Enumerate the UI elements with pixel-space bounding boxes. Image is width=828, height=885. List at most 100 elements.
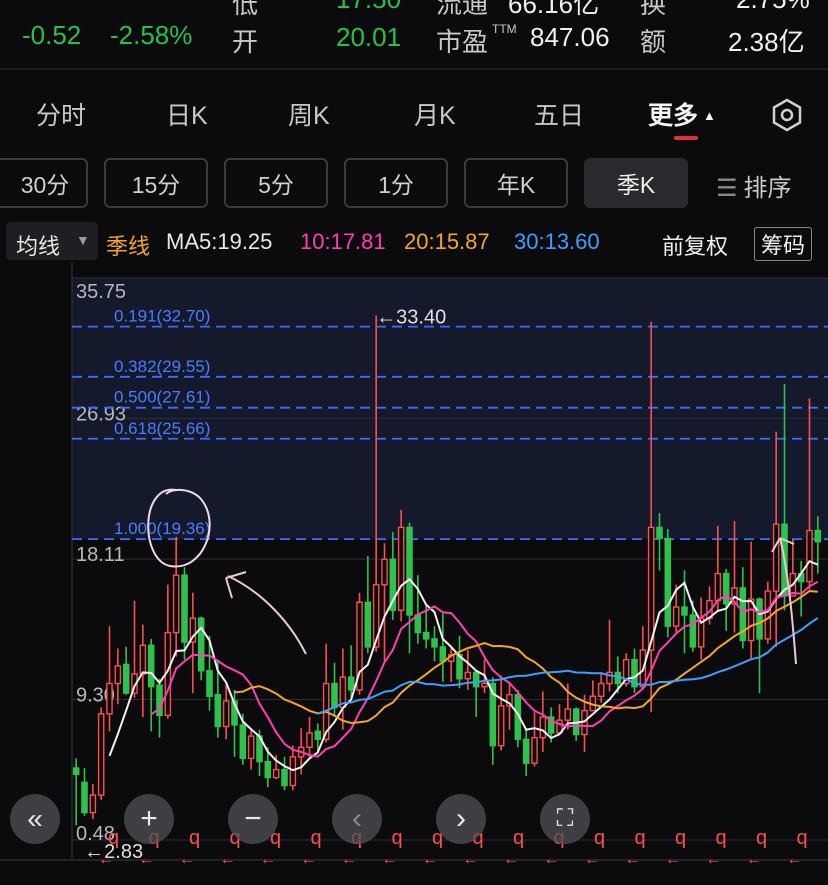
candle-up <box>247 735 255 760</box>
signal-marker: ← <box>179 851 195 868</box>
candle-down <box>364 601 372 648</box>
tab-weekly-k[interactable]: 周K <box>288 96 330 132</box>
candle-down <box>206 670 213 697</box>
scroll-right-button[interactable]: › <box>436 794 486 844</box>
scroll-left-button[interactable]: ‹ <box>332 794 382 844</box>
period-quarterly-k-label: 季K <box>616 172 656 198</box>
candle-down <box>439 646 447 662</box>
candle-down <box>689 614 697 648</box>
candle-down <box>264 760 272 779</box>
amount-label: 额 <box>640 27 667 57</box>
chart-tabs: 分时 日K 周K 月K 五日 更多 ▲ <box>0 84 828 144</box>
candle-up <box>139 644 147 675</box>
period-1min-button[interactable]: 1分 <box>344 158 448 208</box>
signal-marker: ← <box>220 851 236 868</box>
signal-marker: ← <box>544 851 560 868</box>
zoom-in-button[interactable]: + <box>124 794 174 844</box>
signal-marker: q <box>716 827 727 849</box>
plus-icon: + <box>140 802 158 835</box>
ma20-value: 20:15.87 <box>404 229 490 254</box>
quote-header: -0.52 -2.58% 低 17.50 开 20.01 流通 66.16亿 市… <box>0 0 828 68</box>
signal-marker: ← <box>787 851 803 868</box>
candle-down <box>814 529 822 543</box>
low-label: 低 <box>232 0 259 19</box>
candle-down <box>214 693 222 728</box>
period-30min-button[interactable]: 30分 <box>0 158 88 208</box>
turnover-label: 换 <box>640 0 667 19</box>
candle-down <box>331 682 338 709</box>
candle-down <box>722 572 730 605</box>
candle-down <box>147 644 155 688</box>
tab-daily-k[interactable]: 日K <box>166 96 208 132</box>
candle-down <box>239 724 247 760</box>
candle-down <box>281 768 288 787</box>
double-chevron-left-icon: « <box>27 803 43 834</box>
tab-more-label: 更多 <box>648 102 699 130</box>
candle-down <box>431 638 438 648</box>
period-quarterly-k-button[interactable]: 季K <box>584 158 688 208</box>
ma5-line <box>108 559 819 772</box>
period-15min-label: 15分 <box>131 172 181 198</box>
minus-icon: − <box>244 802 262 835</box>
candle-up <box>172 574 180 634</box>
sort-button[interactable]: ☰ 排序 <box>716 168 792 203</box>
adjust-toggle[interactable]: 前复权 <box>662 229 728 261</box>
open-value: 20.01 <box>336 22 402 52</box>
menu-lines-icon: ☰ <box>716 175 738 202</box>
fib-level-label: 0.382(29.55) <box>114 357 210 376</box>
candle-up <box>672 606 680 627</box>
tab-five-day[interactable]: 五日 <box>534 96 584 132</box>
candle-up <box>539 716 547 739</box>
open-label: 开 <box>232 27 259 57</box>
candle-up <box>89 794 97 814</box>
ma30-value: 30:13.60 <box>514 229 600 254</box>
candle-down <box>472 671 480 688</box>
signal-marker: ← <box>503 851 519 868</box>
change-value: -0.52 <box>22 20 82 50</box>
period-15min-button[interactable]: 15分 <box>104 158 208 208</box>
fullscreen-button[interactable]: ⛶ <box>540 794 590 844</box>
signal-marker: ← <box>301 851 317 868</box>
candle-down <box>347 676 355 691</box>
period-5min-button[interactable]: 5分 <box>224 158 328 208</box>
active-tab-indicator <box>674 136 698 140</box>
tab-monthly-k[interactable]: 月K <box>414 96 456 132</box>
candle-up <box>806 529 813 583</box>
candle-down <box>756 598 763 640</box>
signal-marker: ← <box>341 851 357 868</box>
candle-up <box>381 558 388 586</box>
fib-level-label: 0.191(32.70) <box>114 307 210 326</box>
settings-hexagon-icon[interactable] <box>770 98 804 132</box>
chips-button[interactable]: 筹码 <box>754 227 813 261</box>
period-yearly-k-button[interactable]: 年K <box>464 158 568 208</box>
signal-marker: ← <box>139 851 155 868</box>
signal-marker: ← <box>746 851 762 868</box>
collapse-left-button[interactable]: « <box>10 794 60 844</box>
fib-level-label: 0.500(27.61) <box>114 388 210 407</box>
float-label: 流通 <box>436 0 489 19</box>
candle-up <box>97 713 105 796</box>
signal-marker: ← <box>382 851 398 868</box>
signal-marker: ← <box>463 851 479 868</box>
signal-marker: q <box>108 827 119 849</box>
tab-more[interactable]: 更多 ▲ <box>648 96 716 132</box>
candle-down <box>122 663 130 694</box>
candle-up <box>564 708 572 721</box>
period-5min-label: 5分 <box>258 172 294 198</box>
signal-marker: ← <box>98 851 114 868</box>
candle-up <box>306 732 313 748</box>
signal-marker: q <box>311 827 322 849</box>
zoom-out-button[interactable]: − <box>228 794 278 844</box>
signal-marker: q <box>797 827 808 849</box>
signal-marker: ← <box>665 851 681 868</box>
candle-down <box>664 537 672 627</box>
pe-value: 847.06 <box>530 22 610 52</box>
tab-intraday[interactable]: 分时 <box>36 96 86 132</box>
signal-marker: q <box>756 827 767 849</box>
candle-up <box>272 768 280 779</box>
candle-down <box>522 738 530 764</box>
ma-period-label: 季线 <box>106 234 151 259</box>
kline-chart[interactable]: 35.75 26.93 18.11 9.30 0.48 0.191(32.70) 0.382… <box>0 262 828 880</box>
period-1min-label: 1分 <box>378 172 414 198</box>
pe-ttm-superscript: TTM <box>492 22 517 36</box>
